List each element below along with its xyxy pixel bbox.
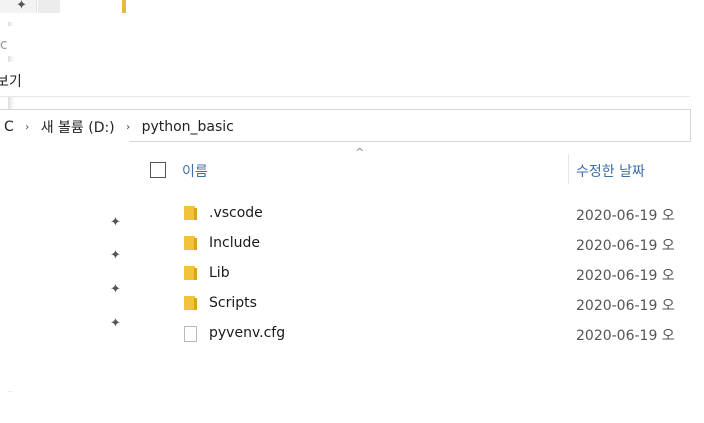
breadcrumb-volume[interactable]: 새 볼륨 (D:) xyxy=(41,117,115,137)
sort-ascending-icon: ^ xyxy=(355,146,365,159)
list-item[interactable]: pyvenv.cfg 2020-06-19 오 xyxy=(150,320,690,350)
folder-icon xyxy=(184,206,197,220)
file-list: .vscode 2020-06-19 오 Include 2020-06-19 … xyxy=(150,200,690,350)
column-name-header[interactable]: 이름 xyxy=(182,161,208,181)
navigation-pane: ✦ ✦ ✦ ✦ xyxy=(0,141,129,391)
window-title: ic xyxy=(0,37,8,53)
file-date: 2020-06-19 오 xyxy=(576,298,675,314)
file-name: .vscode xyxy=(209,205,263,221)
folder-icon xyxy=(184,236,197,250)
column-date-header[interactable]: 수정한 날짜 xyxy=(576,161,645,181)
file-date: 2020-06-19 오 xyxy=(576,208,675,224)
top-strip: ✦ xyxy=(0,0,704,22)
chevron-right-icon[interactable]: › xyxy=(126,122,130,133)
list-item[interactable]: Lib 2020-06-19 오 xyxy=(150,260,690,290)
breadcrumb-pc[interactable]: C xyxy=(4,119,14,135)
file-date: 2020-06-19 오 xyxy=(576,328,675,344)
file-name: Include xyxy=(209,235,260,251)
folder-icon xyxy=(184,296,197,310)
chevron-right-icon[interactable]: › xyxy=(25,122,29,133)
pin-icon[interactable]: ✦ xyxy=(110,248,121,263)
pin-icon: ✦ xyxy=(16,0,27,13)
file-date: 2020-06-19 오 xyxy=(576,238,675,254)
pin-icon[interactable]: ✦ xyxy=(110,316,121,331)
pin-icon[interactable]: ✦ xyxy=(110,215,121,230)
file-date: 2020-06-19 오 xyxy=(576,268,675,284)
title-row: ic xyxy=(0,26,690,56)
list-item[interactable]: .vscode 2020-06-19 오 xyxy=(150,200,690,230)
list-item[interactable]: Include 2020-06-19 오 xyxy=(150,230,690,260)
file-name: pyvenv.cfg xyxy=(209,325,286,341)
column-divider[interactable] xyxy=(568,154,569,184)
quick-access-tile[interactable]: ✦ xyxy=(0,0,37,13)
column-header: 이름 ^ 수정한 날짜 xyxy=(150,146,690,184)
breadcrumb-folder[interactable]: python_basic xyxy=(142,119,234,135)
ribbon-tab-view[interactable]: 보기 xyxy=(0,71,22,91)
file-name: Scripts xyxy=(209,295,257,311)
bottom-area xyxy=(0,392,704,423)
breadcrumb: C › 새 볼륨 (D:) › python_basic xyxy=(4,117,234,137)
address-bar[interactable]: C › 새 볼륨 (D:) › python_basic xyxy=(0,109,691,142)
quick-access-tile-secondary xyxy=(38,0,60,13)
select-all-checkbox[interactable] xyxy=(150,162,166,178)
folder-icon xyxy=(122,0,126,13)
pin-icon[interactable]: ✦ xyxy=(110,282,121,297)
file-icon xyxy=(184,326,197,342)
ribbon-row: 보기 xyxy=(0,62,690,97)
folder-icon xyxy=(184,266,197,280)
file-name: Lib xyxy=(209,265,230,281)
list-item[interactable]: Scripts 2020-06-19 오 xyxy=(150,290,690,320)
